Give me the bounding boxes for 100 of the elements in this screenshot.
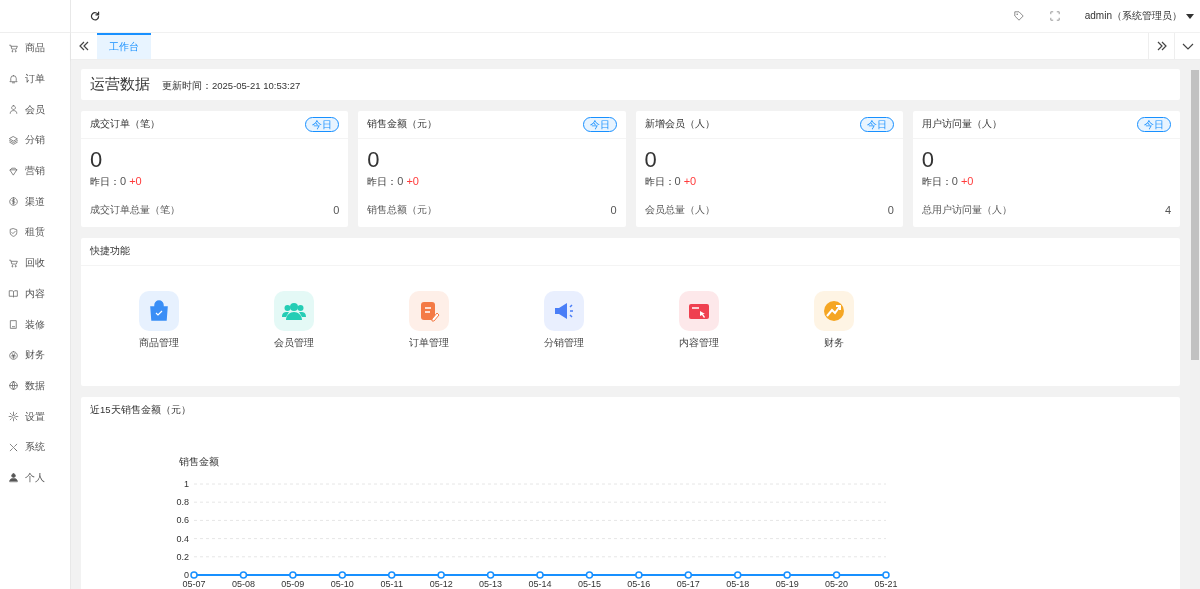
- y-tick-label: 0.4: [176, 533, 189, 544]
- double-chevron-left-icon: [78, 40, 90, 52]
- x-tick-label: 05-20: [825, 579, 849, 589]
- today-badge: 今日: [1137, 117, 1171, 132]
- sidebar-item[interactable]: 渠道: [0, 186, 70, 218]
- menu-item-icon: [8, 441, 19, 453]
- y-tick-label: 0.8: [176, 497, 189, 508]
- total-value: 0: [610, 204, 617, 217]
- x-tick-label: 05-17: [676, 579, 700, 589]
- sidebar-item[interactable]: 分销: [0, 125, 70, 156]
- user-menu[interactable]: admin（系统管理员）: [1084, 9, 1200, 23]
- data-point: [733, 571, 742, 579]
- sidebar-item[interactable]: 商品: [0, 33, 70, 64]
- fullscreen-icon[interactable]: [1048, 10, 1061, 22]
- data-point: [783, 571, 791, 579]
- sidebar-item[interactable]: 租赁: [0, 217, 70, 248]
- stat-title: 用户访问量（人）: [921, 118, 1002, 131]
- change-value: +0: [960, 175, 974, 187]
- yesterday-value: 0: [951, 175, 958, 187]
- yesterday-value: 0: [397, 175, 404, 187]
- yesterday-value: 0: [120, 175, 127, 187]
- data-point: [832, 571, 841, 579]
- sidebar-item[interactable]: 数据: [0, 370, 70, 402]
- scroll-right-button[interactable]: [1148, 33, 1174, 59]
- data-point: [882, 571, 890, 579]
- x-tick-label: 05-14: [528, 579, 552, 589]
- sidebar-item[interactable]: 财务: [0, 339, 70, 371]
- shortcut-item[interactable]: 商品管理: [91, 291, 226, 350]
- yesterday-label: 昨日：: [90, 176, 120, 189]
- change-value: +0: [406, 175, 419, 187]
- shortcut-item[interactable]: 分销管理: [496, 291, 631, 350]
- sidebar-item[interactable]: 个人: [0, 462, 70, 494]
- shortcut-item[interactable]: 内容管理: [631, 291, 766, 350]
- total-label: 销售总额（元）: [367, 204, 438, 217]
- y-tick-label: 1: [184, 479, 189, 489]
- menu-item-icon: [8, 257, 19, 269]
- data-point: [437, 571, 445, 579]
- total-label: 成交订单总量（笔）: [90, 204, 180, 217]
- scroll-left-button[interactable]: [71, 33, 97, 59]
- y-tick-label: 0: [184, 570, 189, 580]
- x-tick-label: 05-18: [726, 579, 750, 589]
- data-point: [486, 571, 495, 579]
- shortcut-item[interactable]: 会员管理: [226, 291, 361, 350]
- menu-item-icon: [8, 73, 19, 85]
- x-tick-label: 05-13: [479, 579, 503, 589]
- menu-item-icon: [8, 349, 19, 361]
- refresh-icon[interactable]: [89, 10, 101, 22]
- x-tick-label: 05-19: [775, 579, 799, 589]
- sidebar-item[interactable]: 设置: [0, 401, 70, 432]
- stat-title: 销售金额（元）: [367, 118, 438, 131]
- today-badge: 今日: [582, 117, 617, 132]
- menu-item-icon: [8, 472, 19, 484]
- yesterday-label: 昨日：: [644, 176, 675, 189]
- tag-icon[interactable]: [1012, 10, 1025, 22]
- menu-item-icon: [8, 134, 19, 146]
- sidebar-item[interactable]: 回收: [0, 247, 70, 279]
- sidebar-item[interactable]: 系统: [0, 431, 70, 463]
- x-tick-label: 05-07: [182, 579, 206, 589]
- shortcut-item[interactable]: 订单管理: [361, 291, 496, 350]
- sidebar-item[interactable]: 订单: [0, 63, 70, 95]
- total-label: 会员总量（人）: [644, 204, 715, 217]
- menu-item-icon: [8, 104, 19, 116]
- menu-item-icon: [8, 42, 19, 54]
- data-point: [635, 571, 643, 579]
- menu-item-icon: [8, 319, 19, 331]
- stat-title: 成交订单（笔）: [90, 118, 160, 131]
- today-badge: 今日: [305, 117, 340, 132]
- menu-item-icon: [8, 288, 19, 300]
- y-tick-label: 0.6: [176, 515, 189, 526]
- sidebar-item[interactable]: 装修: [0, 309, 70, 340]
- section-title: 快捷功能: [90, 245, 130, 256]
- shortcut-item[interactable]: 财务: [766, 291, 901, 350]
- data-point: [190, 571, 198, 579]
- data-point: [684, 571, 693, 579]
- data-point: [338, 571, 347, 579]
- data-point: [289, 571, 297, 579]
- data-point: [387, 571, 396, 579]
- yesterday-value: 0: [674, 175, 681, 187]
- x-tick-label: 05-12: [429, 579, 453, 589]
- yesterday-label: 昨日：: [921, 176, 952, 189]
- today-badge: 今日: [859, 117, 894, 132]
- yesterday-label: 昨日：: [367, 176, 398, 189]
- sidebar-item[interactable]: 会员: [0, 94, 70, 126]
- stat-value: 0: [921, 147, 935, 173]
- menu-item-icon: [8, 196, 19, 208]
- x-tick-label: 05-16: [627, 579, 651, 589]
- menu-item-icon: [8, 380, 19, 392]
- data-point: [585, 571, 594, 579]
- y-axis-title: 销售金额: [179, 456, 219, 467]
- menu-item-icon: [8, 165, 19, 177]
- total-value: 4: [1164, 204, 1171, 217]
- change-value: +0: [129, 175, 142, 187]
- sidebar-item[interactable]: 营销: [0, 155, 70, 187]
- data-point: [239, 571, 248, 579]
- section-title: 运营数据: [90, 75, 150, 94]
- total-value: 0: [887, 204, 894, 217]
- stat-value: 0: [644, 147, 658, 173]
- sidebar-item[interactable]: 内容: [0, 278, 70, 310]
- x-tick-label: 05-09: [281, 579, 305, 589]
- x-tick-label: 05-08: [231, 579, 255, 589]
